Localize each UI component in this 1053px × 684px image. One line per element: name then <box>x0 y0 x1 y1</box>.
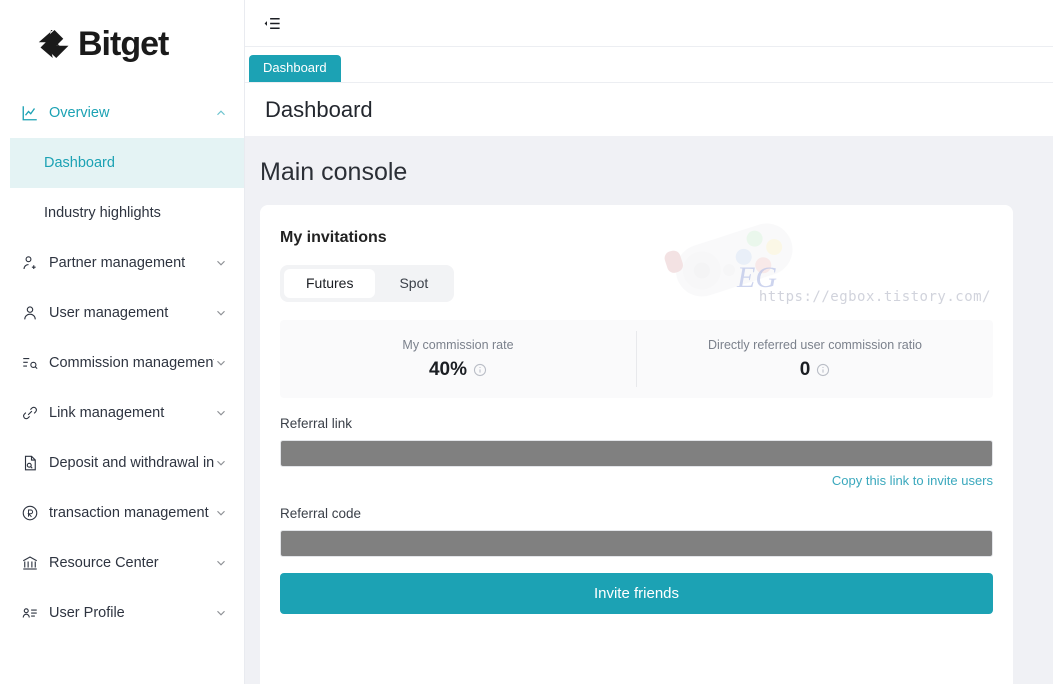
tab-strip: Dashboard <box>245 47 1053 83</box>
sidebar-item-label: Deposit and withdrawal in... <box>49 455 214 471</box>
stat-label: My commission rate <box>402 337 514 352</box>
referral-link-input[interactable] <box>280 440 993 468</box>
chevron-down-icon <box>217 560 225 566</box>
referral-code-label: Referral code <box>280 506 362 522</box>
stat-my-commission-rate: My commission rate 40% <box>280 338 636 381</box>
tab-dashboard[interactable]: Dashboard <box>249 54 341 82</box>
sidebar-item-label: Industry highlights <box>44 205 161 221</box>
sidebar-item-label: Commission management <box>49 355 214 371</box>
list-search-icon <box>20 353 40 373</box>
info-icon[interactable] <box>816 363 830 377</box>
segment-futures[interactable]: Futures <box>284 269 376 299</box>
sidebar-item-label: transaction management <box>49 505 209 521</box>
sidebar-item-label: Dashboard <box>44 155 115 171</box>
sidebar-item-overview[interactable]: Overview <box>0 88 244 138</box>
sidebar-item-dashboard[interactable]: Dashboard <box>0 138 244 188</box>
sidebar-item-transaction-management[interactable]: transaction management <box>0 488 244 538</box>
link-icon <box>20 403 40 423</box>
chevron-up-icon <box>217 110 225 116</box>
stat-value: 0 <box>799 358 811 380</box>
watermark-mark: EG <box>737 261 777 294</box>
stat-value-row: 0 <box>637 359 993 381</box>
console-title: Main console <box>260 158 408 186</box>
chevron-down-icon <box>217 510 225 516</box>
product-type-segmented-control: Futures Spot <box>280 265 455 303</box>
info-icon[interactable] <box>473 363 487 377</box>
chart-line-icon <box>20 103 40 123</box>
gamepad-icon <box>664 223 793 297</box>
bank-icon <box>20 553 40 573</box>
sidebar-item-label: Overview <box>49 105 110 121</box>
sidebar-item-deposit-withdrawal[interactable]: Deposit and withdrawal in... <box>0 438 244 488</box>
bitget-logo-icon <box>38 30 69 58</box>
segment-label: Futures <box>306 275 354 291</box>
stat-value: 40% <box>428 358 468 380</box>
sidebar: Bitget Overview Dashboard Industry highl… <box>0 0 245 684</box>
document-search-icon <box>20 453 40 473</box>
sidebar-item-label: User Profile <box>49 605 125 621</box>
user-plus-icon <box>20 253 40 273</box>
copy-link-action[interactable]: Copy this link to invite users <box>280 473 993 488</box>
sidebar-nav: Overview Dashboard Industry highlights P… <box>0 88 244 684</box>
sidebar-item-partner-management[interactable]: Partner management <box>0 238 244 288</box>
stat-value-row: 40% <box>280 359 636 381</box>
sidebar-item-label: Link management <box>49 405 165 421</box>
chevron-down-icon <box>217 310 225 316</box>
content-area: Main console EG https://egbox.tistory.co… <box>245 136 1053 684</box>
chevron-down-icon <box>217 360 225 366</box>
chevron-down-icon <box>217 610 225 616</box>
chevron-down-icon <box>217 260 225 266</box>
brand-logo[interactable]: Bitget <box>0 0 244 88</box>
sidebar-item-user-management[interactable]: User management <box>0 288 244 338</box>
top-bar <box>245 0 1053 47</box>
collapse-sidebar-icon[interactable] <box>259 10 285 36</box>
user-icon <box>20 303 40 323</box>
stats-row: My commission rate 40% Directly referred… <box>280 320 993 399</box>
sidebar-item-resource-center[interactable]: Resource Center <box>0 538 244 588</box>
my-invitations-card: EG https://egbox.tistory.com/ My invitat… <box>260 205 1013 684</box>
page-title-bar: Dashboard <box>245 83 1053 136</box>
segment-spot[interactable]: Spot <box>377 269 450 298</box>
card-title: My invitations <box>280 229 387 246</box>
sidebar-item-commission-management[interactable]: Commission management <box>0 338 244 388</box>
sidebar-item-label: Partner management <box>49 255 186 271</box>
registered-circle-icon <box>20 503 40 523</box>
brand-name: Bitget <box>78 24 169 63</box>
tab-label: Dashboard <box>263 59 327 75</box>
sidebar-item-label: Resource Center <box>49 555 159 571</box>
chevron-down-icon <box>217 460 225 466</box>
referral-code-input[interactable] <box>280 530 993 558</box>
sidebar-item-link-management[interactable]: Link management <box>0 388 244 438</box>
user-card-icon <box>20 603 40 623</box>
invite-friends-button[interactable]: Invite friends <box>280 573 993 615</box>
sidebar-item-label: User management <box>49 305 169 321</box>
stat-label: Directly referred user commission ratio <box>708 337 922 352</box>
sidebar-item-industry-highlights[interactable]: Industry highlights <box>0 188 244 238</box>
watermark-url: https://egbox.tistory.com/ <box>758 289 991 305</box>
app-root: Bitget Overview Dashboard Industry highl… <box>0 0 1053 684</box>
sidebar-left-gutter <box>0 0 10 684</box>
segment-label: Spot <box>399 275 429 291</box>
main-area: Dashboard Dashboard Main console EG http… <box>245 0 1053 684</box>
stat-directly-referred-ratio: Directly referred user commission ratio … <box>637 338 993 381</box>
referral-link-label: Referral link <box>280 416 353 432</box>
page-title: Dashboard <box>265 96 373 122</box>
chevron-down-icon <box>217 410 225 416</box>
sidebar-item-user-profile[interactable]: User Profile <box>0 588 244 638</box>
